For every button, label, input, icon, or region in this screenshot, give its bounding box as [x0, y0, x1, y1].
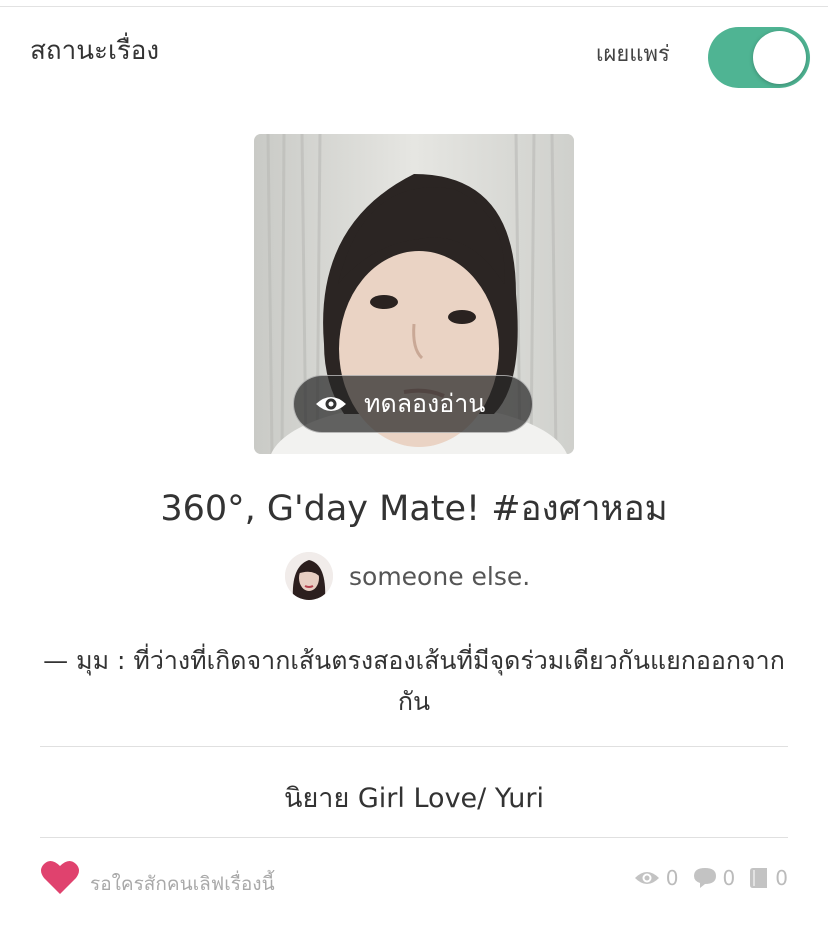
author-avatar	[285, 552, 333, 600]
comments-count: 0	[722, 866, 736, 890]
heart-icon[interactable]	[40, 858, 80, 896]
publish-label: เผยแพร่	[596, 42, 670, 67]
love-prompt: รอใครสักคนเลิฟเรื่องนี้	[90, 873, 275, 895]
author-link[interactable]: someone else.	[285, 551, 530, 601]
top-divider	[0, 6, 828, 7]
views-count: 0	[665, 866, 679, 890]
author-name: someone else.	[349, 561, 531, 591]
story-tagline: — มุม : ที่ว่างที่เกิดจากเส้นตรงสองเส้นท…	[43, 646, 785, 716]
story-status-label: สถานะเรื่อง	[30, 36, 160, 66]
eye-icon	[634, 872, 659, 884]
chapters-count: 0	[775, 866, 788, 890]
preview-read-label: ทดลองอ่าน	[364, 389, 486, 418]
toggle-knob	[753, 31, 806, 84]
divider	[40, 837, 788, 838]
book-icon	[750, 868, 768, 888]
preview-read-button[interactable]: ทดลองอ่าน	[293, 375, 533, 433]
eye-icon	[316, 397, 346, 411]
story-category[interactable]: นิยาย Girl Love/ Yuri	[0, 776, 828, 819]
chapters-stat: 0	[749, 866, 788, 890]
story-stats: 0 0 0	[620, 866, 788, 890]
story-title: 360°, G'day Mate! #องศาหอม	[160, 489, 668, 529]
comments-stat: 0	[693, 866, 736, 890]
views-stat: 0	[634, 866, 679, 890]
comment-icon	[693, 868, 716, 888]
divider	[40, 746, 788, 747]
publish-toggle[interactable]	[708, 27, 810, 88]
